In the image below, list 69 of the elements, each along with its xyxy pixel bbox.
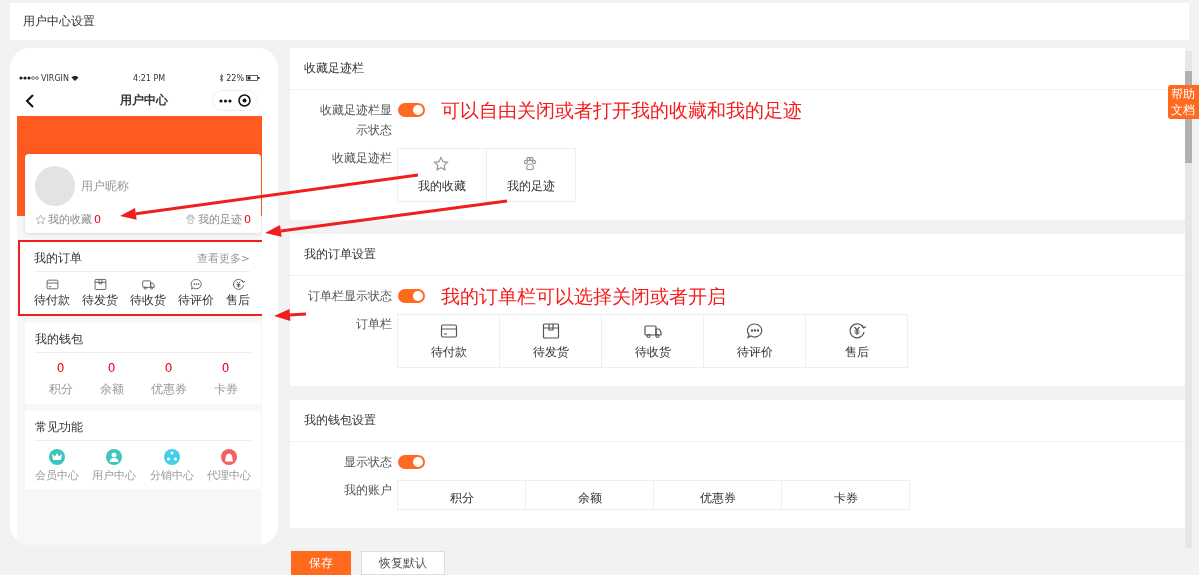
status-time: 4:21 PM [132, 73, 166, 83]
order-status-label[interactable]: 待付款 [34, 293, 70, 308]
annotation-text: 我的订单栏可以选择关闭或者开启 [441, 286, 726, 306]
grid-item[interactable]: 待付款 [397, 314, 500, 368]
grid-item[interactable]: 待发货 [499, 314, 602, 368]
field-label: 收藏足迹栏 [331, 150, 393, 167]
box-icon [541, 321, 560, 340]
grid-item[interactable]: 优惠券 [653, 480, 782, 510]
signal-icon [19, 75, 39, 81]
target-icon[interactable] [238, 94, 251, 107]
section-title: 收藏足迹栏 [304, 60, 364, 77]
wallet-value: 0 [164, 361, 173, 375]
stat-count: 0 [244, 213, 251, 226]
back-icon[interactable] [25, 93, 35, 108]
wallet-value: 0 [221, 361, 230, 375]
field-label: 订单栏显示状态 [307, 288, 393, 305]
star-icon [35, 214, 46, 225]
truck-icon [141, 278, 155, 291]
yuan-refresh-icon [231, 278, 245, 291]
wifi-icon [70, 75, 79, 81]
grid-item[interactable]: 余额 [525, 480, 654, 510]
section-title: 我的订单设置 [304, 246, 376, 263]
avatar [35, 166, 75, 206]
order-status-label[interactable]: 待发货 [82, 293, 118, 308]
order-status-label[interactable]: 售后 [226, 293, 250, 308]
section-title: 我的钱包设置 [304, 412, 376, 429]
grid-item[interactable]: 我的足迹 [486, 148, 576, 202]
grid-item[interactable]: 卡券 [781, 480, 910, 510]
yuan-refresh-icon [847, 321, 866, 340]
bluetooth-icon [219, 74, 225, 82]
nav-title: 用户中心 [119, 92, 168, 109]
star-icon [433, 155, 451, 174]
paw-icon [185, 214, 196, 225]
stat-count: 0 [94, 213, 101, 226]
annotation-arrow [274, 309, 307, 321]
grid-item[interactable]: 待评价 [703, 314, 806, 368]
field-label: 收藏足迹栏显示状态 [319, 102, 393, 139]
stat-label[interactable]: 我的足迹 [198, 212, 242, 227]
user-nickname: 用户昵称 [81, 177, 129, 195]
box-icon [93, 278, 107, 291]
page-title: 用户中心设置 [23, 13, 95, 30]
grid-item[interactable]: 待收货 [601, 314, 704, 368]
order-status-label[interactable]: 待收货 [130, 293, 166, 308]
wallet-value: 0 [107, 361, 116, 375]
toggle-switch[interactable] [398, 289, 425, 303]
annotation-text: 可以自由关闭或者打开我的收藏和我的足迹 [441, 100, 802, 120]
card-icon [45, 278, 59, 291]
battery-icon [246, 75, 260, 81]
card-icon [439, 321, 458, 340]
order-status-label[interactable]: 待评价 [178, 293, 214, 308]
card-title: 我的钱包 [35, 332, 83, 347]
card-title: 我的订单 [34, 251, 82, 266]
card-title: 常见功能 [35, 420, 83, 435]
wallet-value: 0 [56, 361, 65, 375]
grid-item[interactable]: 售后 [805, 314, 908, 368]
carrier-name: VIRGIN [41, 73, 69, 83]
chat-bubble-icon [189, 278, 203, 291]
grid-item[interactable]: 积分 [397, 480, 526, 510]
grid-item[interactable]: 我的收藏 [397, 148, 487, 202]
field-label: 显示状态 [343, 454, 393, 471]
field-label: 我的账户 [343, 482, 393, 499]
field-label: 订单栏 [355, 316, 393, 333]
reset-button[interactable]: 恢复默认 [361, 551, 445, 575]
stat-label[interactable]: 我的收藏 [48, 212, 92, 227]
toggle-switch[interactable] [398, 455, 425, 469]
more-icon[interactable] [219, 98, 232, 103]
chat-bubble-icon [745, 321, 764, 340]
toggle-switch[interactable] [398, 103, 425, 117]
battery-percent: 22% [226, 73, 244, 83]
